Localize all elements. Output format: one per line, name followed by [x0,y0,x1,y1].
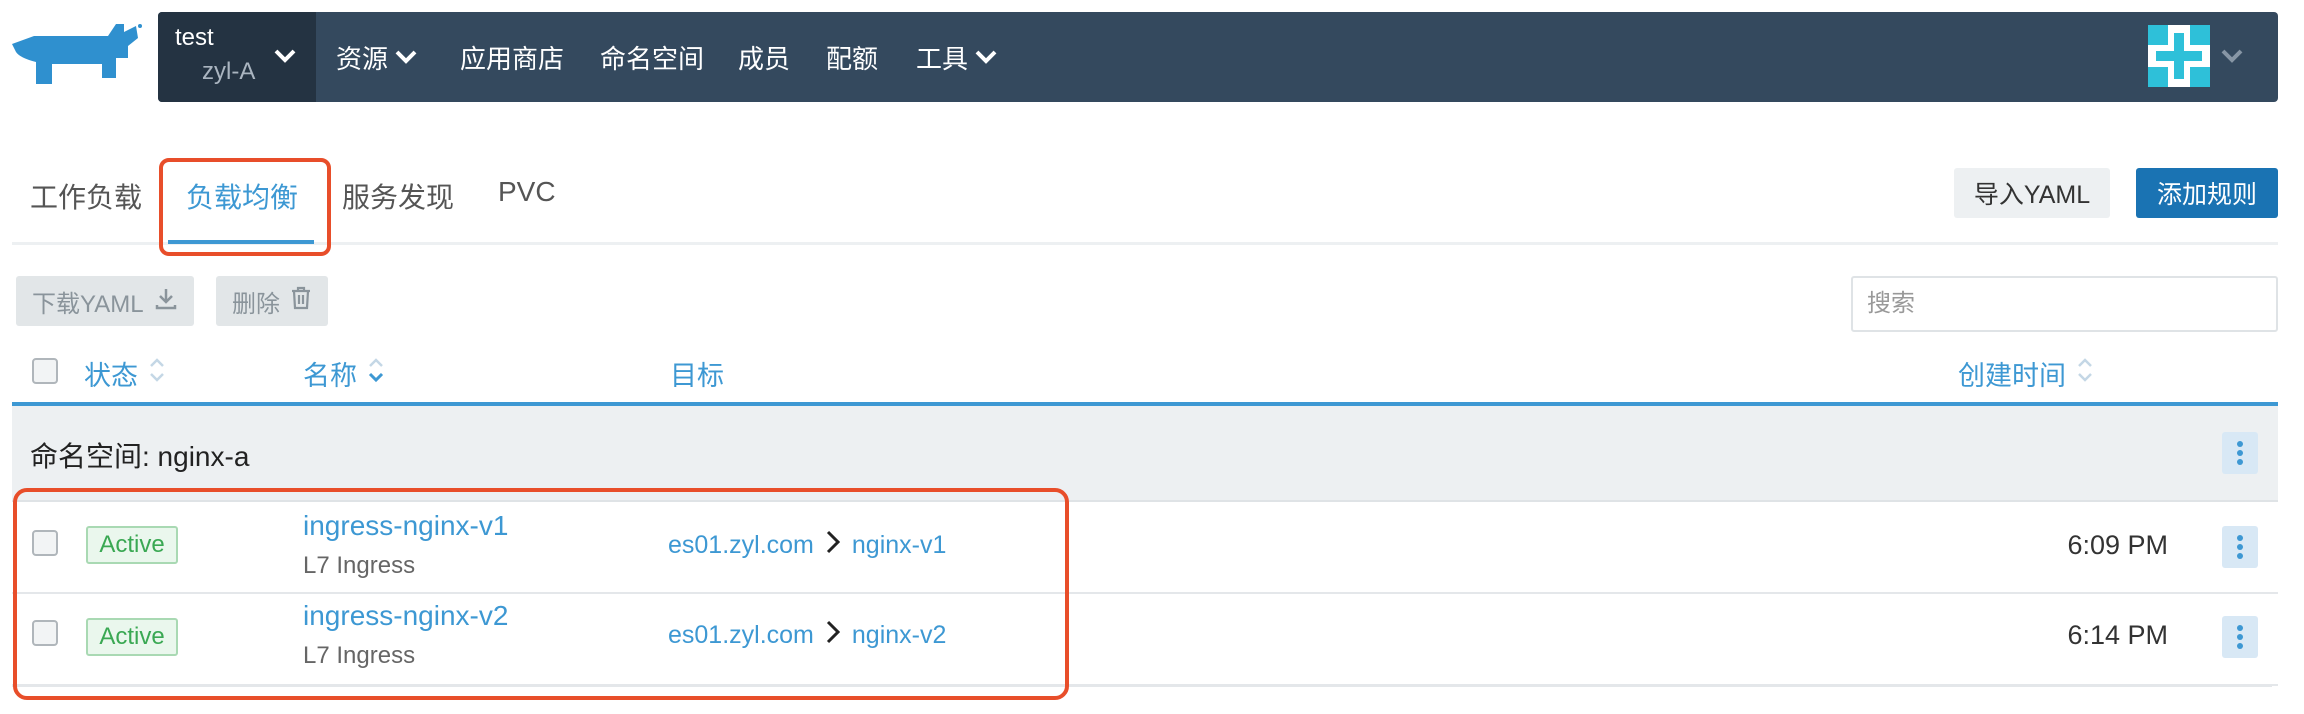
rancher-logo-icon[interactable] [12,22,142,92]
column-header-target: 目标 [670,354,724,393]
highlight-box-tab [159,158,331,256]
tabs-divider [12,242,2278,245]
sort-icon [148,355,166,392]
download-icon [154,286,178,317]
delete-button[interactable]: 删除 [216,276,328,326]
nav-app-store[interactable]: 应用商店 [460,12,564,102]
column-state-label: 状态 [84,361,138,391]
chevron-down-icon [273,47,297,70]
download-yaml-label: 下载YAML [32,290,144,318]
column-target-label: 目标 [670,361,724,391]
project-name: zyl-A [202,58,256,85]
nav-tools-label: 工具 [916,43,969,74]
column-header-state[interactable]: 状态 [84,354,166,393]
cluster-project-switcher[interactable]: test zyl-A [158,12,316,102]
tab-service-discovery[interactable]: 服务发现 [342,176,454,216]
nav-resources[interactable]: 资源 [336,12,418,102]
nav-namespaces-label: 命名空间 [600,43,705,74]
download-yaml-button[interactable]: 下载YAML [16,276,194,326]
top-nav-bar: test zyl-A 资源 应用商店 命名空间 成员 配额 工具 [158,12,2278,102]
group-actions-menu-icon[interactable] [2222,432,2258,474]
user-avatar[interactable] [2148,25,2210,87]
nav-members[interactable]: 成员 [738,12,790,102]
created-time: 6:14 PM [2067,620,2168,650]
chevron-down-icon[interactable] [2220,47,2244,70]
column-name-label: 名称 [303,361,357,391]
tab-pvc[interactable]: PVC [498,176,556,208]
highlight-box-rows [13,488,1069,700]
row-actions-menu-icon[interactable] [2222,526,2258,568]
add-rule-button[interactable]: 添加规则 [2136,168,2278,218]
column-header-name[interactable]: 名称 [303,354,385,393]
tab-workloads[interactable]: 工作负载 [30,176,142,216]
nav-resources-label: 资源 [336,43,389,74]
select-all-checkbox[interactable] [32,358,58,384]
sort-icon [367,355,385,392]
chevron-down-icon [974,42,998,73]
nav-quotas-label: 配额 [826,43,879,74]
delete-label: 删除 [232,290,280,318]
nav-tools[interactable]: 工具 [916,12,998,102]
created-time: 6:09 PM [2067,530,2168,560]
column-header-created[interactable]: 创建时间 [1958,354,2094,393]
cluster-name: test [175,24,214,51]
trash-icon [290,286,312,317]
nav-namespaces[interactable]: 命名空间 [600,12,704,102]
nav-quotas[interactable]: 配额 [826,12,878,102]
chevron-down-icon [394,42,418,73]
namespace-group-label: 命名空间: nginx-a [30,441,250,472]
nav-app-store-label: 应用商店 [460,43,565,74]
sort-icon [2076,355,2094,392]
nav-members-label: 成员 [738,43,791,74]
search-input[interactable] [1851,276,2278,332]
row-actions-menu-icon[interactable] [2222,616,2258,658]
column-created-label: 创建时间 [1958,361,2066,391]
import-yaml-button[interactable]: 导入YAML [1954,168,2110,218]
